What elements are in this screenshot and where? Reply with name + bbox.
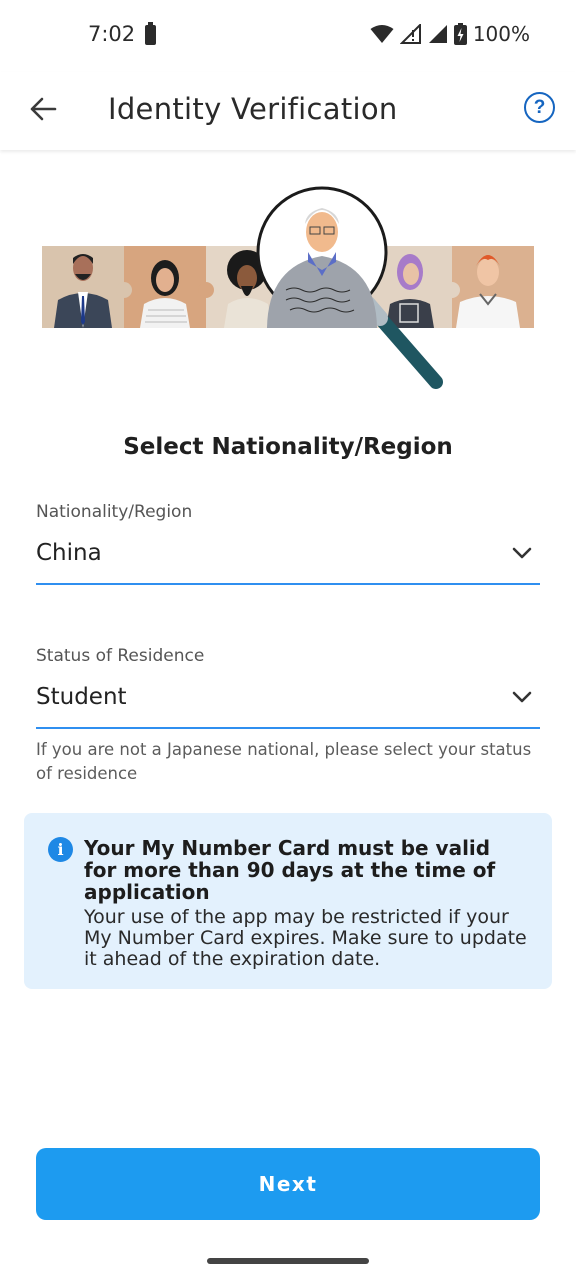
info-card: i Your My Number Card must be valid for …: [24, 813, 552, 989]
home-indicator[interactable]: [207, 1258, 369, 1264]
next-button[interactable]: Next: [36, 1148, 540, 1220]
help-button[interactable]: ?: [524, 92, 555, 123]
people-magnifier-illustration: [42, 186, 534, 389]
battery-charging-icon: [453, 23, 467, 45]
info-card-body: Your use of the app may be restricted if…: [84, 906, 527, 970]
back-button[interactable]: [26, 92, 60, 126]
info-icon: i: [48, 837, 73, 862]
residence-select[interactable]: Status of Residence Student: [36, 646, 540, 730]
battery-percent: 100%: [472, 22, 530, 46]
nationality-select[interactable]: Nationality/Region China: [36, 502, 540, 586]
residence-label: Status of Residence: [36, 646, 205, 666]
section-title: Select Nationality/Region: [123, 434, 453, 460]
status-bar: 7:02 100%: [0, 0, 576, 72]
page-title: Identity Verification: [108, 92, 398, 126]
status-time: 7:02: [88, 22, 136, 46]
residence-underline: [36, 727, 540, 729]
arrow-left-icon: [30, 97, 57, 121]
info-card-title: Your My Number Card must be valid for mo…: [84, 836, 496, 904]
cellular-signal-2-icon: [428, 25, 447, 43]
nationality-label: Nationality/Region: [36, 502, 193, 522]
battery-saver-icon: [145, 22, 156, 45]
status-icons: 100%: [370, 22, 530, 46]
residence-helper-text: If you are not a Japanese national, plea…: [36, 740, 532, 783]
wifi-icon: [370, 25, 394, 43]
residence-value: Student: [36, 684, 127, 710]
nationality-underline: [36, 583, 540, 585]
chevron-down-icon: [512, 547, 532, 559]
nationality-value: China: [36, 540, 102, 566]
chevron-down-icon: [512, 691, 532, 703]
app-bar: Identity Verification ?: [0, 72, 576, 150]
cellular-signal-icon: [399, 24, 421, 44]
